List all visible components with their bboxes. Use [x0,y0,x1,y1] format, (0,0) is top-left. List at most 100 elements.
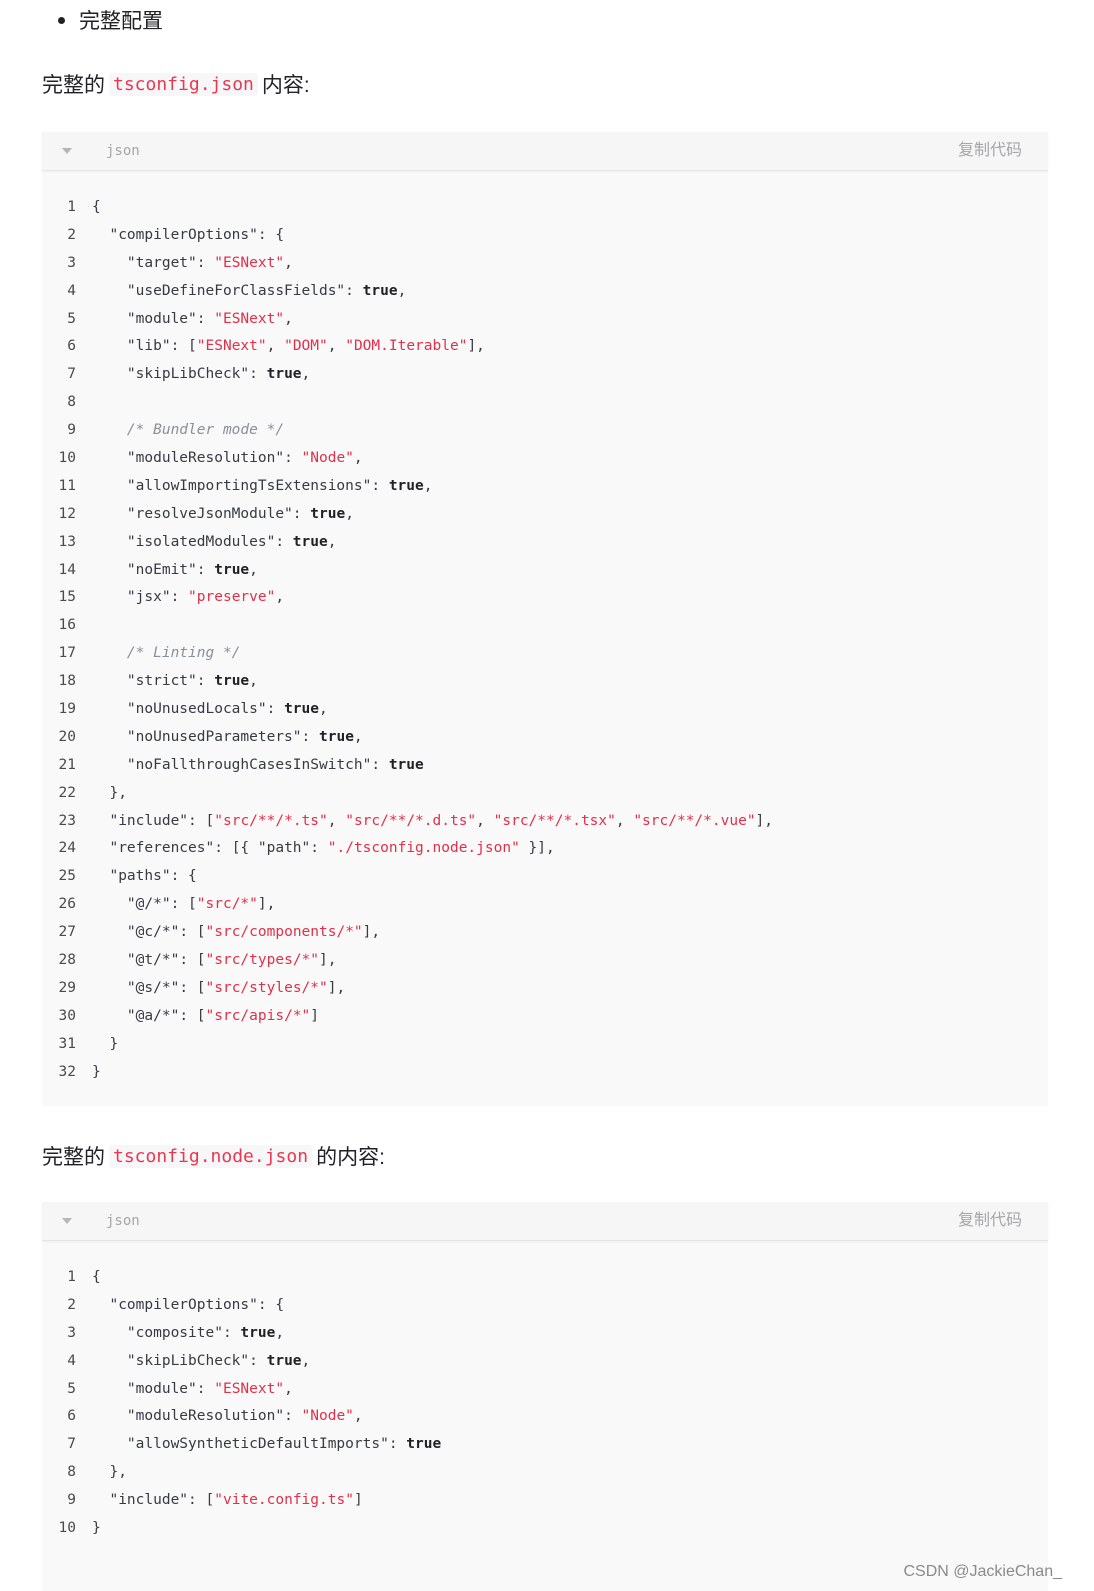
line-number: 15 [58,589,76,606]
code-key: "@t/*" [126,951,180,968]
code-punctuation: : { [257,1296,285,1313]
code-line: 8 [42,388,1048,416]
code-key: "references" [109,840,215,857]
line-number: 11 [58,477,76,494]
code-punctuation: , [476,812,494,829]
code-text: "noUnusedLocals": true, [76,701,328,717]
code-line: 30 "@a/*": ["src/apis/*"] [42,1002,1048,1030]
line-number: 10 [58,449,76,466]
code-key: "noFallthroughCasesInSwitch" [126,756,372,773]
line-number: 8 [67,1464,76,1481]
code-line: 29 "@s/*": ["src/styles/*"], [42,974,1048,1002]
code-key: "useDefineForClassFields" [126,282,346,299]
copy-code-button[interactable]: 复制代码 [958,1202,1022,1240]
code-line: 24 "references": [{ "path": "./tsconfig.… [42,834,1048,862]
heading-prefix: 完整的 [42,74,105,97]
code-text: } [76,1520,101,1536]
code-punctuation: : [292,505,311,522]
code-punctuation [92,980,127,996]
code-line: 2 "compilerOptions": { [42,221,1048,249]
code-boolean: true [388,756,424,773]
line-number: 14 [58,561,76,578]
code-punctuation [92,534,127,550]
code-punctuation [92,589,127,605]
code-line: 23 "include": ["src/**/*.ts", "src/**/*.… [42,807,1048,835]
code-line: 14 "noEmit": true, [42,556,1048,584]
code-key: "moduleResolution" [126,1408,285,1425]
code-line: 12 "resolveJsonModule": true, [42,500,1048,528]
code-line: 16 [42,611,1048,639]
collapse-triangle-icon[interactable] [62,1218,72,1224]
code-punctuation: : [371,756,389,773]
line-number: 4 [67,1352,76,1369]
code-punctuation: , [615,812,634,829]
copy-code-button[interactable]: 复制代码 [958,132,1022,170]
code-punctuation: , [275,1324,285,1341]
line-number: 10 [58,1519,76,1536]
code-key: "lib" [126,338,171,355]
code-punctuation [92,1297,109,1313]
code-punctuation: : [ [188,812,215,829]
code-punctuation: , [249,673,258,690]
code-punctuation: ], [755,812,774,829]
code-punctuation: : [371,477,389,494]
code-text: "compilerOptions": { [76,227,284,243]
code-punctuation [92,840,109,856]
code-text: "composite": true, [76,1325,284,1341]
code-block-tsconfig: json 复制代码 1{2 "compilerOptions": {3 "tar… [42,132,1048,1106]
code-punctuation [92,1436,127,1452]
code-punctuation: , [353,1408,363,1425]
code-text: { [76,1269,101,1285]
code-punctuation [92,227,109,243]
language-label: json [106,1213,140,1229]
line-number: 28 [58,951,76,968]
code-boolean: true [319,728,354,745]
code-punctuation: , [353,449,363,466]
code-line: 3 "target": "ESNext", [42,249,1048,277]
code-boolean: true [284,700,319,717]
code-text: "module": "ESNext", [76,1381,293,1397]
code-string: "./tsconfig.node.json" [327,840,520,857]
code-body: 1{2 "compilerOptions": {3 "composite": t… [42,1241,1048,1542]
code-punctuation: : [{ [214,840,258,857]
code-text: "references": [{ "path": "./tsconfig.nod… [76,840,554,857]
code-punctuation [92,645,127,661]
line-number: 21 [58,756,76,773]
line-number: 2 [67,1296,76,1313]
code-text: "include": ["vite.config.ts"] [76,1492,362,1508]
code-punctuation: : [222,1324,241,1341]
code-punctuation [92,562,127,578]
code-key: "isolatedModules" [126,533,276,550]
code-string: "src/**/*.vue" [633,812,756,829]
code-boolean: true [362,282,398,299]
code-string: "src/**/*.tsx" [493,812,616,829]
code-punctuation [92,868,109,884]
code-line: 17 /* Linting */ [42,639,1048,667]
inline-code-filename: tsconfig.node.json [109,1144,313,1168]
bullet-dot-icon [58,16,65,24]
code-text: "strict": true, [76,673,258,689]
code-key: "resolveJsonModule" [126,505,293,522]
code-string: "Node" [301,1408,354,1425]
code-string: "src/components/*" [205,924,363,941]
code-punctuation: , [327,533,337,550]
code-line: 22 }, [42,779,1048,807]
code-punctuation: }, [92,784,127,801]
code-punctuation: : [284,449,302,466]
code-text: "@t/*": ["src/types/*"], [76,951,337,968]
code-text: "compilerOptions": { [76,1297,284,1313]
bullet-item: 完整配置 [58,2,163,38]
code-punctuation: : [ [179,979,206,996]
code-comment: /* Bundler mode */ [126,422,285,439]
collapse-triangle-icon[interactable] [62,148,72,154]
code-line: 4 "useDefineForClassFields": true, [42,277,1048,305]
code-text: "noFallthroughCasesInSwitch": true [76,757,424,773]
code-punctuation: : [345,282,363,299]
line-number: 26 [58,896,76,913]
line-number: 20 [58,728,76,745]
code-line: 21 "noFallthroughCasesInSwitch": true [42,751,1048,779]
code-punctuation: { [92,198,101,215]
code-line: 31 } [42,1030,1048,1058]
line-number: 23 [58,812,76,829]
code-boolean: true [388,477,424,494]
